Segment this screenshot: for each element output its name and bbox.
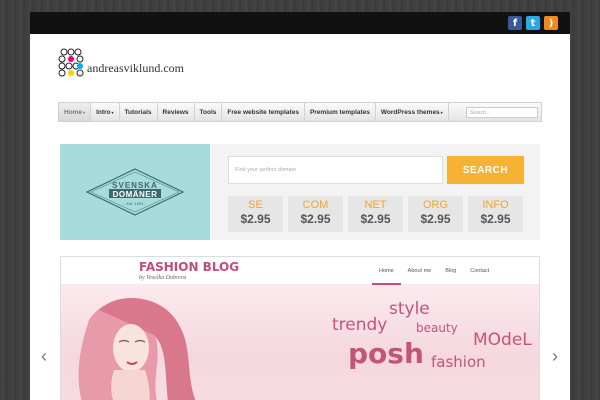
nav-label: Home	[64, 108, 83, 116]
search-input[interactable]: Search...	[466, 107, 538, 118]
slide-nav-item: Blog	[445, 268, 457, 274]
tld-option[interactable]: NET $2.95	[348, 196, 403, 232]
brand-line-2: DOMÄNER	[112, 190, 158, 199]
nav-label: Free website templates	[227, 108, 299, 116]
word-trendy: trendy	[332, 315, 388, 335]
tld-name: SE	[248, 199, 263, 211]
domain-brand-logo: SVENSKA DOMÄNER - Est. 1991 -	[85, 167, 185, 217]
tld-name: ORG	[422, 199, 449, 211]
nav-label: WordPress themes	[380, 108, 440, 116]
tld-price: $2.95	[240, 212, 271, 226]
nav-item-tools[interactable]: Tools	[195, 103, 223, 121]
social-links: f t )	[508, 16, 558, 30]
word-beauty: beauty	[416, 321, 458, 335]
slide-nav-item: Home	[372, 257, 401, 285]
domain-search-widget: SVENSKA DOMÄNER - Est. 1991 - Find your …	[60, 144, 540, 240]
slide-nav-item: Contact	[470, 268, 490, 274]
word-model: MOdeL	[473, 330, 532, 350]
word-fashion: fashion	[431, 353, 486, 371]
rss-icon[interactable]: )	[544, 16, 558, 30]
slider-next-icon[interactable]: ›	[548, 346, 562, 366]
slide-blog-subtitle: by Veselka Dobreva	[139, 275, 187, 281]
nav-item-home[interactable]: Home ▾	[59, 103, 92, 121]
tld-price: $2.95	[480, 212, 511, 226]
slide-nav-item: About me	[407, 268, 432, 274]
domain-search-input[interactable]: Find your perfect domain	[228, 156, 443, 184]
main-nav: Home ▾ Intro ▾ Tutorials Reviews Tools Fre…	[58, 102, 542, 122]
word-style: style	[389, 299, 430, 319]
tld-option[interactable]: COM $2.95	[288, 196, 343, 232]
twitter-icon[interactable]: t	[526, 16, 540, 30]
tld-option[interactable]: SE $2.95	[228, 196, 283, 232]
nav-item-intro[interactable]: Intro ▾	[91, 103, 120, 121]
brand-line-1: SVENSKA	[112, 181, 158, 190]
woman-illustration-icon	[78, 298, 196, 400]
domain-brand-panel[interactable]: SVENSKA DOMÄNER - Est. 1991 -	[60, 144, 210, 240]
nav-item-tutorials[interactable]: Tutorials	[120, 103, 158, 121]
nav-label: Tutorials	[124, 108, 152, 116]
logo-mark-icon	[58, 48, 84, 77]
nav-item-free-templates[interactable]: Free website templates	[222, 103, 305, 121]
tld-name: COM	[302, 199, 329, 211]
tld-price: $2.95	[420, 212, 451, 226]
nav-item-premium-templates[interactable]: Premium templates	[305, 103, 376, 121]
slider-prev-icon[interactable]: ‹	[37, 346, 51, 366]
nav-item-reviews[interactable]: Reviews	[158, 103, 195, 121]
site-name: andreasviklund.com	[87, 61, 184, 75]
featured-slider[interactable]: FASHION BLOG by Veselka Dobreva Home Abo…	[60, 256, 540, 400]
chevron-down-icon: ▾	[111, 109, 114, 115]
nav-label: Reviews	[162, 108, 189, 116]
chevron-down-icon: ▾	[440, 109, 443, 115]
slide-illustration: style trendy beauty posh MOdeL fashion	[61, 285, 539, 400]
word-posh: posh	[348, 337, 424, 370]
nav-item-wordpress-themes[interactable]: WordPress themes ▾	[376, 103, 449, 121]
slide-nav: Home About me Blog Contact	[372, 257, 496, 285]
brand-line-3: - Est. 1991 -	[124, 201, 146, 206]
facebook-icon[interactable]: f	[508, 16, 522, 30]
tld-option[interactable]: ORG $2.95	[408, 196, 463, 232]
page-container: andreasviklund.com Home ▾ Intro ▾ Tutorial…	[30, 34, 570, 400]
domain-search-button[interactable]: SEARCH	[447, 156, 524, 184]
slide-blog-title: FASHION BLOG	[139, 260, 240, 274]
tld-price: $2.95	[300, 212, 331, 226]
site-logo[interactable]: andreasviklund.com	[58, 48, 184, 78]
chevron-down-icon: ▾	[83, 109, 86, 115]
tld-name: NET	[364, 199, 387, 211]
top-bar: f t )	[30, 12, 570, 34]
slide-header: FASHION BLOG by Veselka Dobreva Home Abo…	[61, 257, 539, 285]
nav-label: Tools	[199, 108, 217, 116]
nav-label: Premium templates	[309, 108, 370, 116]
tld-option[interactable]: INFO $2.95	[468, 196, 523, 232]
nav-label: Intro	[96, 108, 111, 116]
tld-name: INFO	[482, 199, 509, 211]
tld-price: $2.95	[360, 212, 391, 226]
